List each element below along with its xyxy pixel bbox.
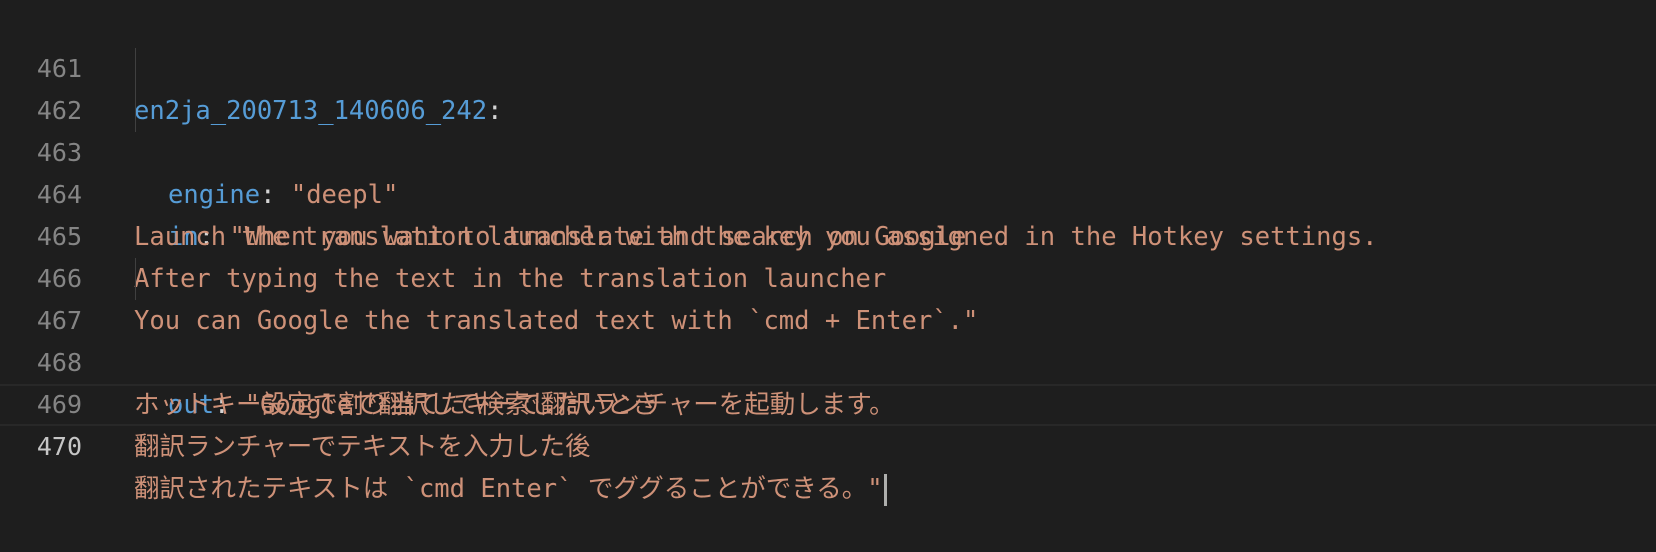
code-line[interactable]: 461 en2ja_200713_140606_242: xyxy=(0,6,1656,126)
line-content[interactable]: 翻訳されたテキストは `cmd Enter` でググることができる。" xyxy=(134,468,1656,510)
line-content[interactable]: 翻訳ランチャーでテキストを入力した後 xyxy=(134,426,1656,468)
string-continuation: 翻訳されたテキストは `cmd Enter` でググることができる。" xyxy=(134,474,883,504)
code-line[interactable]: 465 After typing the text in the transla… xyxy=(0,174,1656,294)
code-line[interactable]: 468 ホットキー設定で割り当てたキーで翻訳ランチャーを起動します。 xyxy=(0,300,1656,420)
indent-guide xyxy=(135,258,136,300)
code-line[interactable]: 463 in: "When you want to translate and … xyxy=(0,90,1656,252)
current-code-line[interactable]: 470 翻訳されたテキストは `cmd Enter` でググることができる。" xyxy=(0,384,1656,506)
code-line[interactable]: 467 out: "Googleで翻訳して検索したいとき xyxy=(0,258,1656,420)
code-line[interactable]: 462 engine: "deepl" xyxy=(0,48,1656,210)
string-continuation: 翻訳ランチャーでテキストを入力した後 xyxy=(134,432,591,462)
indent-guide xyxy=(135,90,136,132)
code-line[interactable]: 466 You can Google the translated text w… xyxy=(0,216,1656,336)
text-cursor xyxy=(883,474,887,506)
code-line[interactable]: 464 Launch the translation launcher with… xyxy=(0,132,1656,252)
code-editor[interactable]: 461 en2ja_200713_140606_242: 462 engine:… xyxy=(0,6,1656,506)
code-line[interactable]: 469 翻訳ランチャーでテキストを入力した後 xyxy=(0,342,1656,462)
indent-guide xyxy=(135,48,136,90)
line-number: 470 xyxy=(36,432,82,461)
